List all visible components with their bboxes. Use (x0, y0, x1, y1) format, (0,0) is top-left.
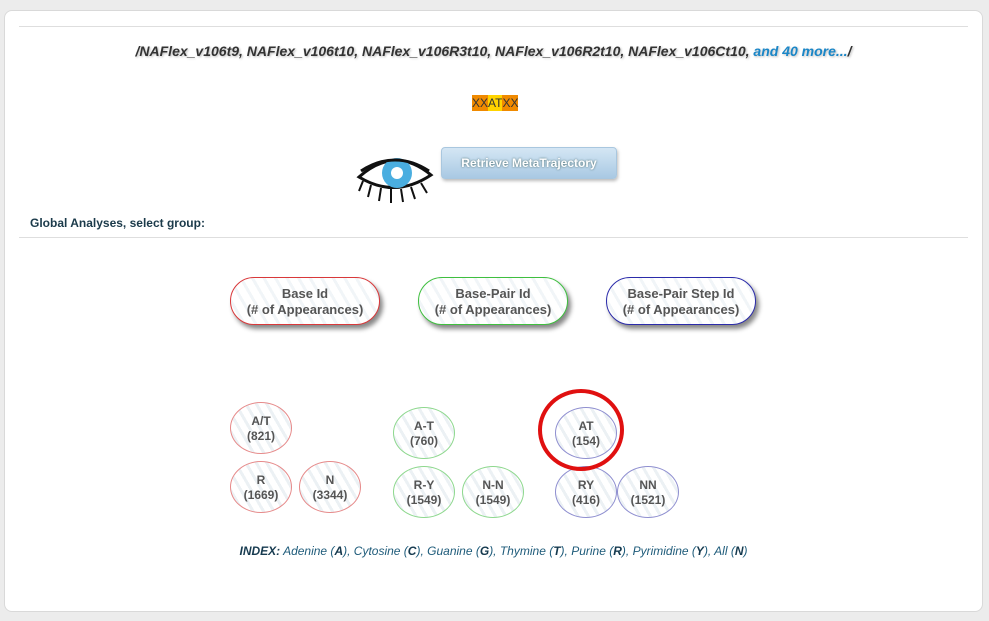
circle-count: (154) (571, 434, 600, 448)
step-id-at-button[interactable]: AT (154) (555, 407, 617, 459)
index-text: ), Thymine ( (489, 544, 554, 558)
index-title: INDEX: (239, 544, 281, 558)
group-title: Base-Pair Id (455, 286, 531, 301)
group-subtitle: (# of Appearances) (434, 302, 552, 317)
circle-label: R-Y (413, 478, 435, 492)
circle-label: AT (578, 419, 594, 433)
global-analyses-label: Global Analyses, select group: (30, 216, 205, 230)
circle-count: (416) (571, 493, 600, 507)
base-id-r-button[interactable]: R (1669) (230, 461, 292, 513)
index-code: G (479, 544, 490, 558)
base-pair-id-a-t-button[interactable]: A-T (760) (393, 407, 455, 459)
index-text: ), Guanine ( (416, 544, 480, 558)
more-trajectories-link[interactable]: and 40 more... (753, 43, 847, 59)
group-subtitle: (# of Appearances) (622, 302, 740, 317)
retrieve-metatrajectory-button[interactable]: Retrieve MetaTrajectory (441, 147, 617, 179)
index-code: N (734, 544, 744, 558)
seq-core: AT (488, 95, 503, 111)
circle-count: (1669) (243, 488, 279, 502)
circle-label: NN (639, 478, 657, 492)
index-text: ) (743, 544, 748, 558)
circle-count: (1549) (406, 493, 442, 507)
circle-count: (760) (409, 434, 438, 448)
step-id-nn-button[interactable]: NN (1521) (617, 466, 679, 518)
group-title: Base Id (281, 286, 329, 301)
circle-count: (821) (246, 429, 275, 443)
index-code: T (553, 544, 561, 558)
index-legend: INDEX: Adenine (A), Cytosine (C), Guanin… (5, 544, 982, 558)
index-code: R (613, 544, 622, 558)
traj-suffix: / (847, 43, 852, 59)
base-pair-step-id-group-button[interactable]: Base-Pair Step Id (# of Appearances) (606, 277, 756, 325)
index-text: Adenine ( (283, 544, 335, 558)
index-text: ), Cytosine ( (343, 544, 408, 558)
section-divider (19, 237, 968, 238)
step-id-ry-button[interactable]: RY (416) (555, 466, 617, 518)
index-code: A (334, 544, 344, 558)
base-pair-id-r-y-button[interactable]: R-Y (1549) (393, 466, 455, 518)
circle-count: (1521) (630, 493, 666, 507)
index-text: ), Purine ( (560, 544, 614, 558)
group-title: Base-Pair Step Id (627, 286, 735, 301)
circle-label: N-N (482, 478, 504, 492)
circle-count: (3344) (312, 488, 348, 502)
base-id-group-button[interactable]: Base Id (# of Appearances) (230, 277, 380, 325)
circle-label: N (325, 473, 335, 487)
index-text: ), All ( (703, 544, 735, 558)
main-panel: / NAFlex_v106t9, NAFlex_v106t10, NAFlex_v… (4, 10, 983, 612)
eye-logo-icon (356, 158, 434, 203)
index-code: Y (695, 544, 704, 558)
seq-flank-left: XX (472, 95, 489, 111)
trajectory-list: / NAFlex_v106t9, NAFlex_v106t10, NAFlex_v… (5, 43, 982, 59)
base-pair-id-group-button[interactable]: Base-Pair Id (# of Appearances) (418, 277, 568, 325)
circle-label: R (256, 473, 266, 487)
base-id-at-button[interactable]: A/T (821) (230, 402, 292, 454)
circle-label: A-T (414, 419, 434, 433)
top-divider (19, 26, 968, 27)
base-pair-id-n-n-button[interactable]: N-N (1549) (462, 466, 524, 518)
circle-count: (1549) (475, 493, 511, 507)
base-id-n-button[interactable]: N (3344) (299, 461, 361, 513)
traj-names: NAFlex_v106t9, NAFlex_v106t10, NAFlex_v1… (139, 43, 750, 59)
seq-flank-right: XX (502, 95, 519, 111)
circle-label: RY (577, 478, 595, 492)
index-text: ), Pyrimidine ( (621, 544, 696, 558)
group-subtitle: (# of Appearances) (246, 302, 364, 317)
circle-label: A/T (251, 414, 271, 428)
sequence-display: XXATXX (472, 95, 519, 111)
